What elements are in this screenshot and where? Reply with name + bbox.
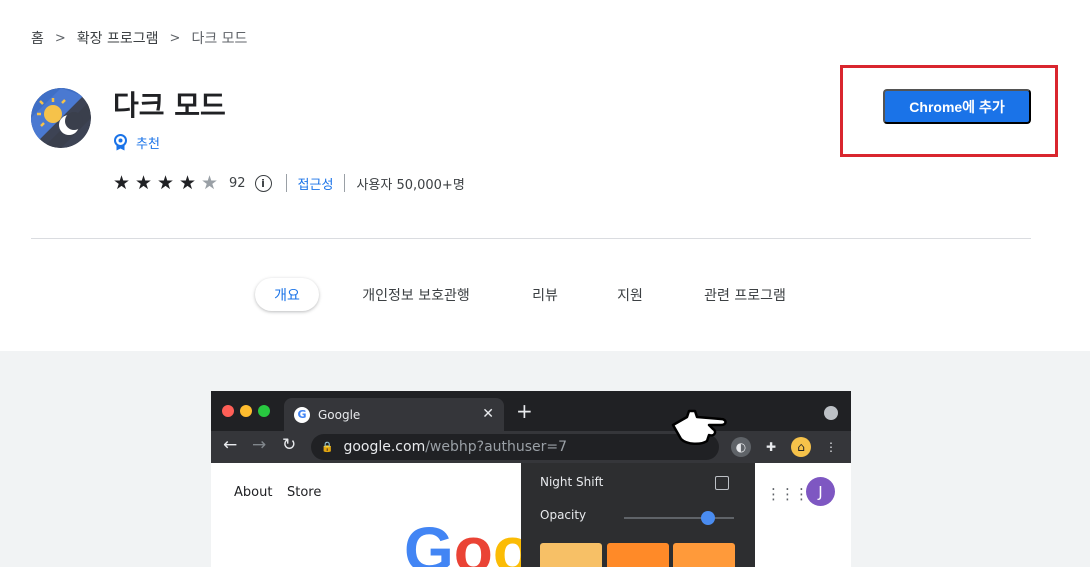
- breadcrumb: 홈 > 확장 프로그램 > 다크 모드: [31, 28, 247, 48]
- about-link: About: [234, 485, 273, 500]
- night-shift-label: Night Shift: [540, 475, 604, 489]
- google-favicon-icon: G: [294, 406, 310, 423]
- breadcrumb-home[interactable]: 홈: [31, 28, 44, 48]
- back-arrow-icon: ←: [223, 435, 238, 455]
- tab-privacy[interactable]: 개인정보 보호관행: [346, 278, 486, 311]
- divider: [31, 238, 1031, 239]
- browser-toolbar: ← → ↻ 🔒 google.com/webhp?authuser=7 ◐ ✚ …: [211, 431, 851, 463]
- breadcrumb-current: 다크 모드: [191, 31, 248, 47]
- rating-count[interactable]: 92: [229, 176, 246, 191]
- featured-badge[interactable]: 추천: [113, 133, 160, 152]
- avatar: J: [806, 477, 835, 506]
- star-half-icon: ★: [201, 171, 219, 194]
- pointing-hand-cursor-icon: [671, 409, 727, 445]
- chevron-right-icon: >: [54, 30, 66, 46]
- tab-overview[interactable]: 개요: [255, 278, 319, 311]
- tab-related[interactable]: 관련 프로그램: [690, 278, 800, 311]
- star-full-icon: ★: [179, 171, 197, 194]
- forward-arrow-icon: →: [252, 435, 267, 455]
- color-swatch: [607, 543, 669, 567]
- featured-ribbon-icon: [114, 134, 127, 151]
- reload-icon: ↻: [282, 435, 297, 455]
- url-host: google.com: [343, 439, 426, 455]
- opacity-label: Opacity: [540, 508, 587, 522]
- address-bar: 🔒 google.com/webhp?authuser=7: [311, 434, 719, 460]
- puzzle-piece-icon: ✚: [765, 440, 777, 454]
- divider: [285, 174, 287, 192]
- extension-meta: ★ ★ ★ ★ ★ 92 i 접근성 사용자 50,000+명: [113, 173, 465, 193]
- browser-tab-title: Google: [318, 407, 361, 422]
- breadcrumb-extensions[interactable]: 확장 프로그램: [77, 28, 159, 48]
- star-full-icon: ★: [157, 171, 175, 194]
- chevron-down-icon: [824, 406, 838, 420]
- chevron-right-icon: >: [169, 30, 181, 46]
- star-full-icon: ★: [135, 171, 153, 194]
- dark-mode-popup: Night Shift Opacity: [521, 463, 755, 567]
- add-to-chrome-button[interactable]: Chrome에 추가: [883, 89, 1031, 124]
- opacity-slider-track: [624, 517, 734, 519]
- apps-grid-icon: ⋮⋮⋮: [766, 485, 809, 503]
- gallery-screenshot[interactable]: G Google ✕ + ← → ↻ 🔒 google.com/webhp?au…: [211, 391, 851, 567]
- info-icon[interactable]: i: [254, 174, 272, 192]
- lock-icon: 🔒: [321, 441, 334, 453]
- more-vert-icon: ⋮: [825, 440, 837, 454]
- opacity-slider-knob: [701, 511, 715, 525]
- url-path: /webhp?authuser=7: [425, 439, 568, 455]
- dark-mode-sun-moon-icon: [31, 88, 91, 148]
- google-logo: Goo: [404, 514, 532, 567]
- window-close-icon: [222, 405, 234, 417]
- window-maximize-icon: [258, 405, 270, 417]
- color-swatch: [673, 543, 735, 567]
- user-count: 사용자 50,000+명: [356, 177, 465, 193]
- detail-tabs: 개요 개인정보 보호관행 리뷰 지원 관련 프로그램: [0, 278, 1090, 312]
- divider: [344, 174, 346, 192]
- dark-mode-extension-icon: ◐: [731, 437, 751, 457]
- profile-extension-icon: ⌂: [791, 437, 811, 457]
- color-swatch: [540, 543, 602, 567]
- star-full-icon: ★: [113, 171, 131, 194]
- browser-tab-strip: G Google ✕ +: [211, 391, 851, 431]
- store-link: Store: [287, 485, 322, 500]
- close-icon: ✕: [482, 406, 494, 422]
- tab-reviews[interactable]: 리뷰: [515, 278, 575, 311]
- night-shift-checkbox: [715, 476, 729, 490]
- tab-support[interactable]: 지원: [600, 278, 660, 311]
- plus-icon: +: [516, 399, 533, 423]
- star-rating: ★ ★ ★ ★ ★: [113, 171, 223, 194]
- accessibility-link[interactable]: 접근성: [298, 174, 334, 193]
- chrome-web-store-page: 홈 > 확장 프로그램 > 다크 모드 다크 모드 추천 ★ ★ ★ ★ ★ 9…: [0, 0, 1090, 567]
- featured-label: 추천: [136, 137, 160, 152]
- window-minimize-icon: [240, 405, 252, 417]
- extension-title: 다크 모드: [113, 89, 226, 122]
- browser-tab: G Google ✕: [284, 398, 504, 431]
